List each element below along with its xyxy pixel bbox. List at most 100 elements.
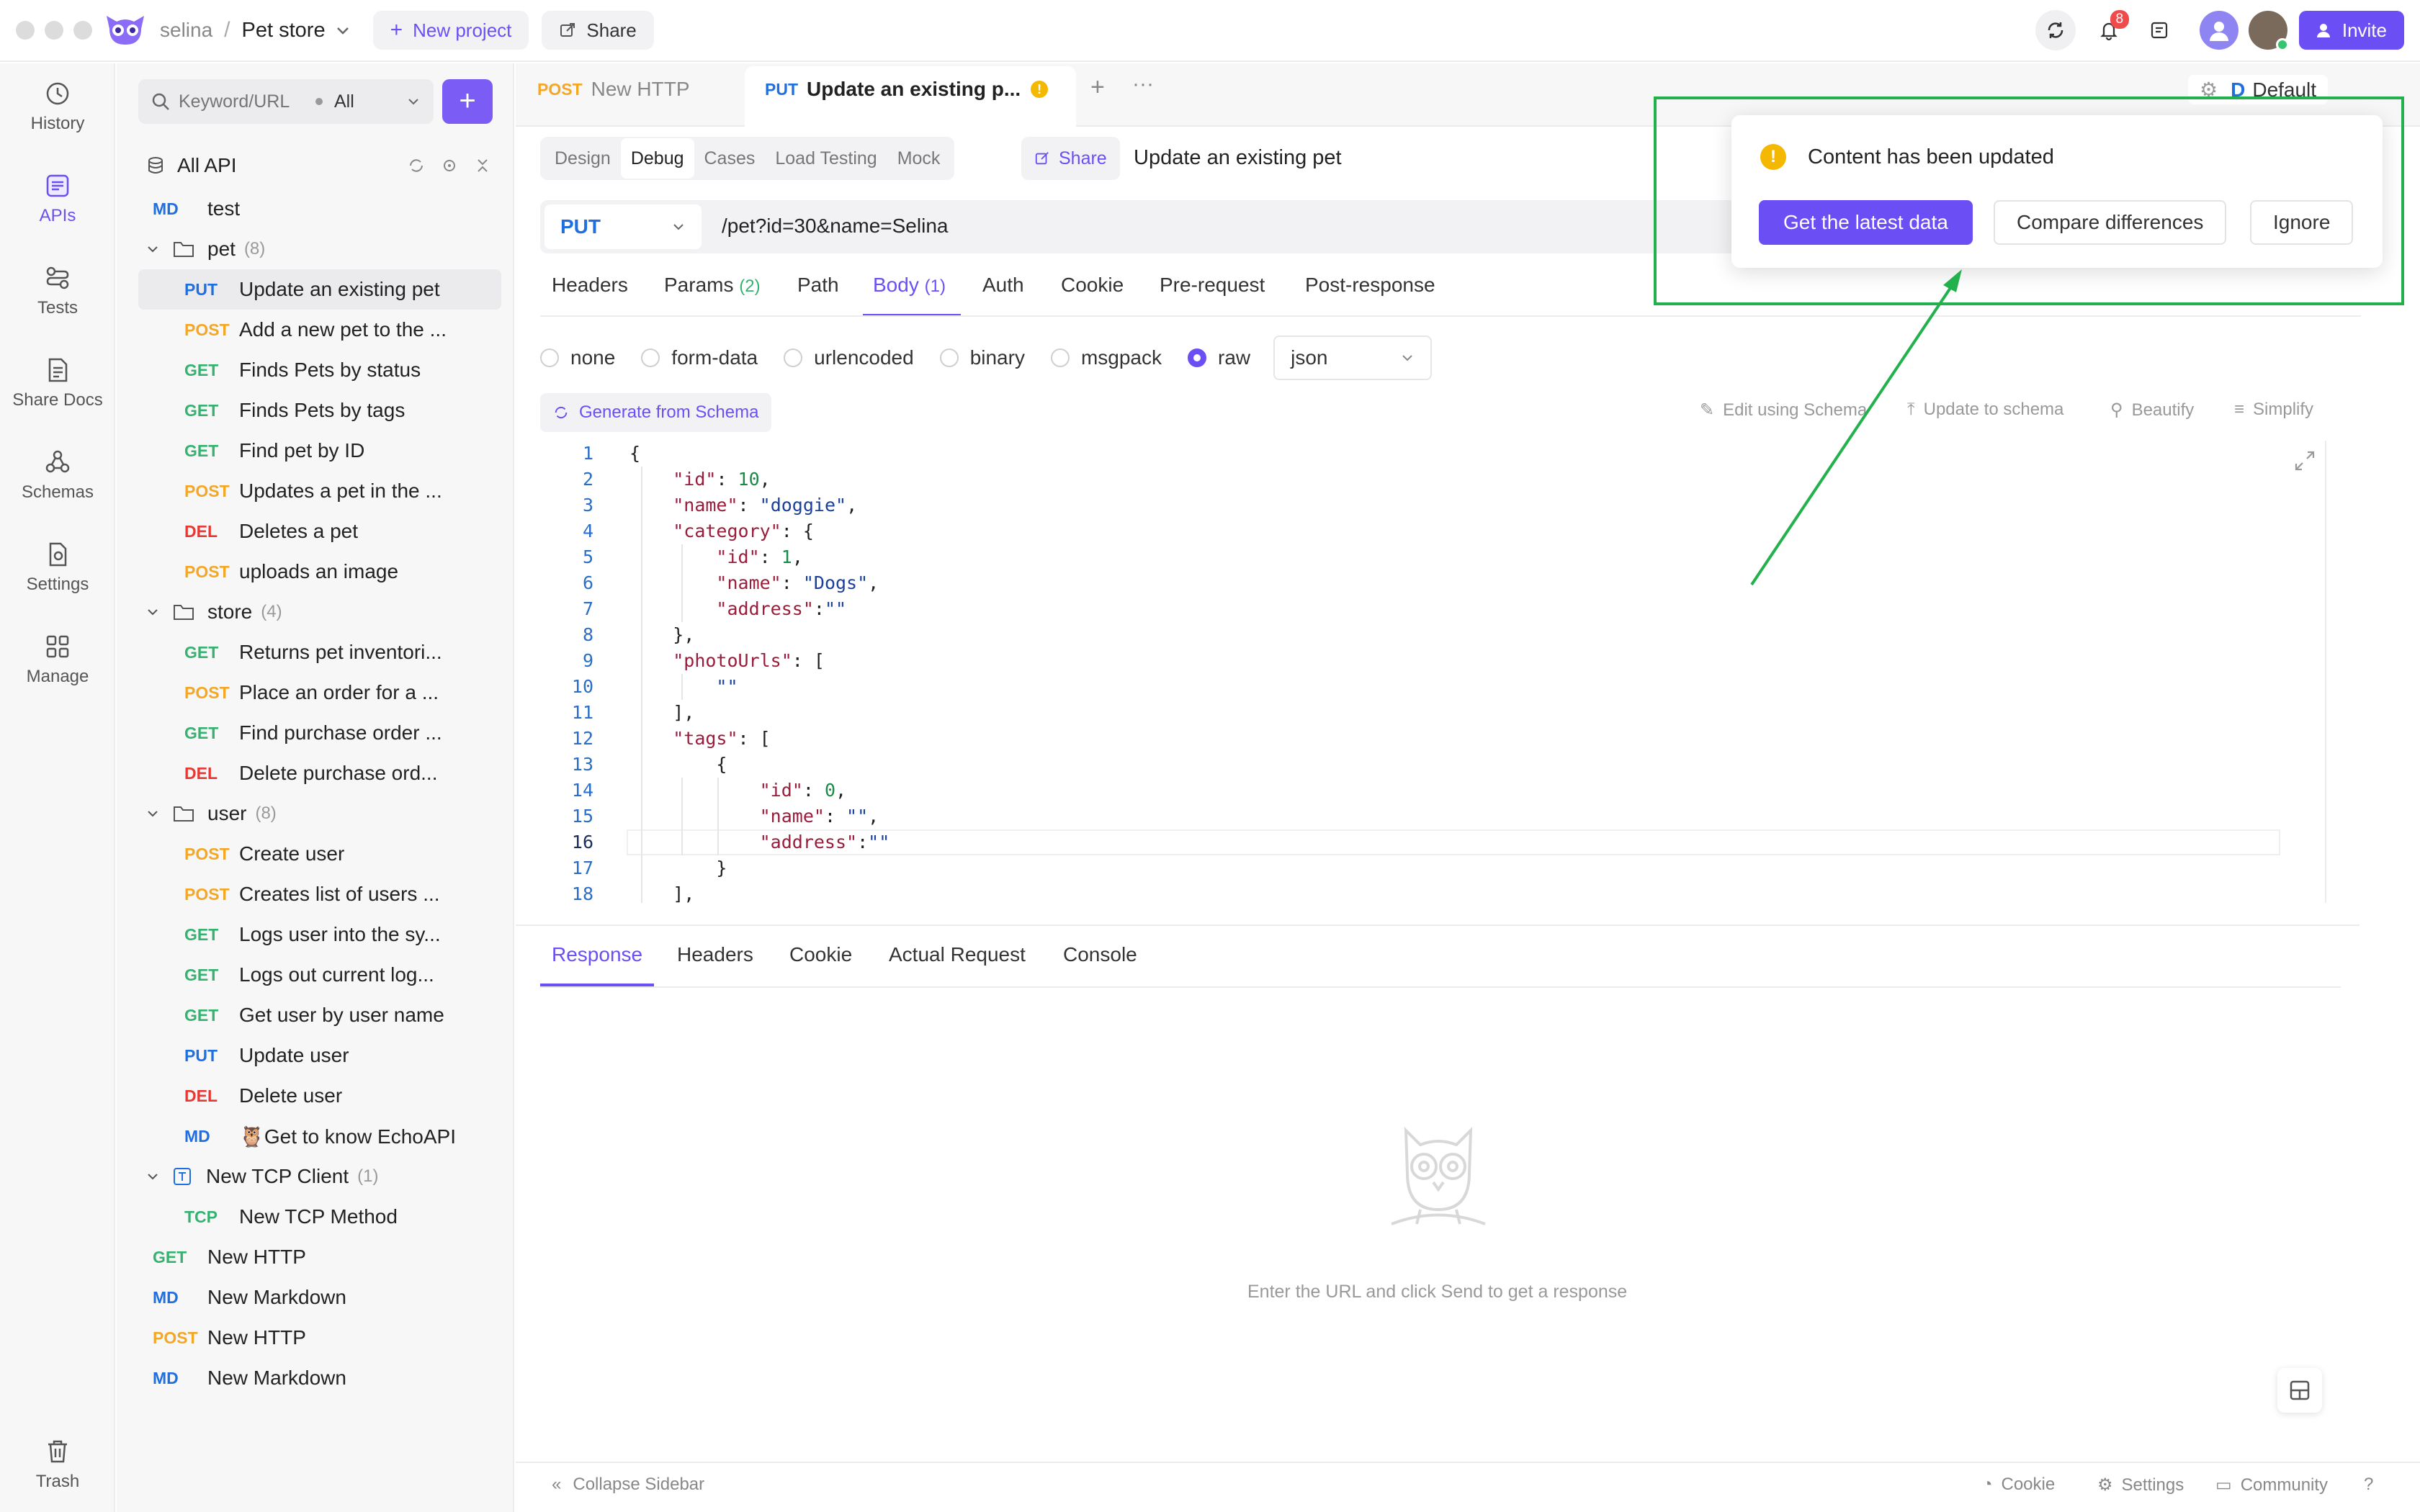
body-type-form-data[interactable]: form-data [641, 346, 758, 369]
api-item[interactable]: POST Add a new pet to the ... [184, 310, 501, 350]
mode-tab-mock[interactable]: Mock [887, 138, 951, 179]
mode-tab-load-testing[interactable]: Load Testing [765, 138, 887, 179]
code-editor[interactable]: 1 {2 "id": 10, 3 "name": "doggie", 4 "categ… [540, 441, 2326, 903]
api-item[interactable]: TCP New TCP Method [184, 1197, 501, 1237]
body-type-none[interactable]: none [540, 346, 615, 369]
generate-from-schema-button[interactable]: Generate from Schema [540, 393, 772, 432]
method-select[interactable]: PUT [544, 204, 702, 249]
footer-settings-button[interactable]: ⚙ Settings [2097, 1475, 2184, 1495]
body-type-urlencoded[interactable]: urlencoded [784, 346, 914, 369]
request-tab-pre-request[interactable]: Pre-request [1160, 274, 1265, 297]
body-type-msgpack[interactable]: msgpack [1050, 346, 1162, 369]
api-item[interactable]: GET New HTTP [153, 1237, 501, 1277]
chevron-down-icon[interactable] [145, 806, 160, 821]
response-tab-actual-request[interactable]: Actual Request [889, 943, 1026, 966]
api-item[interactable]: GET Get user by user name [184, 995, 501, 1035]
api-item[interactable]: DEL Deletes a pet [184, 511, 501, 552]
api-item[interactable]: GET Finds Pets by status [184, 350, 501, 390]
api-item[interactable]: POST Create user [184, 834, 501, 874]
nav-tests[interactable]: Tests [0, 264, 115, 318]
share-api-button[interactable]: Share [1021, 137, 1120, 180]
user-avatar[interactable] [2199, 11, 2238, 50]
window-maximize-button[interactable] [73, 21, 92, 40]
api-item[interactable]: POST Place an order for a ... [184, 672, 501, 713]
api-item[interactable]: GET Find purchase order ... [184, 713, 501, 753]
request-tab-post-response[interactable]: Post-response [1305, 274, 1435, 297]
api-item[interactable]: MD test [153, 189, 501, 229]
chevron-down-icon[interactable] [145, 1169, 160, 1184]
footer-community-button[interactable]: ▭ Community [2215, 1475, 2328, 1495]
share-project-button[interactable]: Share [542, 11, 654, 50]
notes-button[interactable] [2139, 10, 2179, 50]
api-item[interactable]: PUT Update an existing pet [138, 269, 501, 310]
nav-trash[interactable]: Trash [0, 1437, 115, 1492]
chevron-down-icon[interactable] [334, 22, 351, 39]
api-item[interactable]: DEL Delete user [184, 1076, 501, 1116]
nav-schemas[interactable]: Schemas [0, 448, 115, 503]
nav-history[interactable]: History [0, 79, 115, 134]
chevron-down-icon[interactable] [145, 605, 160, 619]
api-item[interactable]: GET Find pet by ID [184, 431, 501, 471]
refresh-icon[interactable] [408, 157, 425, 174]
nav-share-docs[interactable]: Share Docs [0, 356, 115, 410]
nav-manage[interactable]: Manage [0, 632, 115, 687]
api-item[interactable]: GET Logs user into the sy... [184, 914, 501, 955]
api-item[interactable]: POST Updates a pet in the ... [184, 471, 501, 511]
api-item[interactable]: MD New Markdown [153, 1358, 501, 1398]
notifications-button[interactable]: 8 [2089, 10, 2129, 50]
window-close-button[interactable] [16, 21, 35, 40]
help-icon[interactable]: ? [2364, 1475, 2373, 1495]
request-tab-params[interactable]: Params (2) [664, 274, 761, 297]
request-tab-auth[interactable]: Auth [982, 274, 1024, 297]
api-item[interactable]: POST New HTTP [153, 1318, 501, 1358]
response-tab-cookie[interactable]: Cookie [789, 943, 852, 966]
mode-tab-debug[interactable]: Debug [620, 138, 694, 179]
more-tabs-icon[interactable]: ··· [1132, 72, 1154, 96]
layout-toggle-button[interactable] [2277, 1368, 2322, 1413]
nav-apis[interactable]: APIs [0, 171, 115, 226]
collapse-sidebar-button[interactable]: « Collapse Sidebar [552, 1475, 704, 1495]
format-select[interactable]: json [1273, 336, 1433, 380]
simplify-button[interactable]: ≡ Simplify [2234, 400, 2313, 420]
workspace-name[interactable]: selina [160, 19, 212, 42]
api-item[interactable]: MD New Markdown [153, 1277, 501, 1318]
request-tab-body[interactable]: Body (1) [873, 274, 946, 297]
request-tab-path[interactable]: Path [797, 274, 839, 297]
project-name[interactable]: Pet store [242, 19, 326, 42]
api-item[interactable]: MD 🦉Get to know EchoAPI [184, 1116, 501, 1156]
search-box[interactable]: All [138, 79, 434, 124]
footer-cookie-button[interactable]: ◔ Cookie [1982, 1475, 2055, 1495]
api-item[interactable]: POST uploads an image [184, 552, 501, 592]
add-tab-button[interactable]: + [1090, 73, 1105, 102]
chevron-down-icon[interactable] [406, 94, 421, 109]
url-input[interactable]: /pet?id=30&name=Selina [722, 215, 948, 238]
api-item[interactable]: POST Creates list of users ... [184, 874, 501, 914]
filter-select[interactable]: All [334, 91, 354, 112]
request-tab-cookie[interactable]: Cookie [1061, 274, 1124, 297]
request-tab-headers[interactable]: Headers [552, 274, 628, 297]
api-item[interactable]: GET Returns pet inventori... [184, 632, 501, 672]
window-minimize-button[interactable] [45, 21, 63, 40]
folder-row[interactable]: New TCP Client (1) [145, 1156, 501, 1197]
api-item[interactable]: PUT Update user [184, 1035, 501, 1076]
collapse-all-icon[interactable] [474, 157, 491, 174]
api-item[interactable]: GET Logs out current log... [184, 955, 501, 995]
folder-row[interactable]: store (4) [145, 592, 501, 632]
beautify-button[interactable]: ⚲ Beautify [2110, 400, 2194, 420]
folder-row[interactable]: pet (8) [145, 229, 501, 269]
response-tab-console[interactable]: Console [1063, 943, 1137, 966]
tab-new-http[interactable]: POST New HTTP [537, 78, 690, 101]
new-project-button[interactable]: + New project [372, 11, 529, 50]
api-item[interactable]: GET Finds Pets by tags [184, 390, 501, 431]
member-avatar[interactable] [2248, 11, 2289, 51]
expand-icon[interactable] [2292, 448, 2318, 474]
body-type-raw[interactable]: raw [1188, 346, 1250, 369]
chevron-down-icon[interactable] [145, 242, 160, 256]
mode-tab-design[interactable]: Design [544, 138, 621, 179]
mode-tab-cases[interactable]: Cases [694, 138, 766, 179]
api-item[interactable]: DEL Delete purchase ord... [184, 753, 501, 793]
nav-settings[interactable]: Settings [0, 540, 115, 595]
folder-row[interactable]: user (8) [145, 793, 501, 834]
all-api-row[interactable]: All API [147, 145, 501, 186]
locate-icon[interactable] [441, 157, 458, 174]
